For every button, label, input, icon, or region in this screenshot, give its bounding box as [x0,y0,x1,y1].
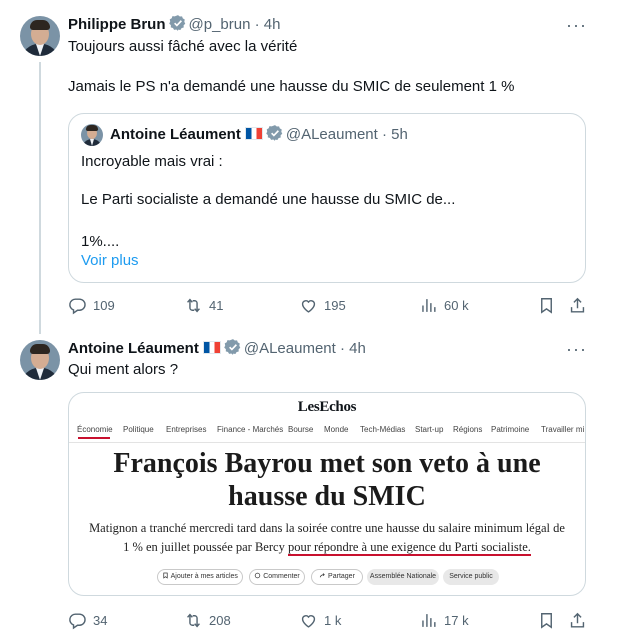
nav-item: Économie [77,425,113,434]
france-flag-icon [244,127,263,140]
like-button[interactable]: 195 [299,295,346,315]
share-icon [570,297,585,313]
nav-item: Start-up [415,425,444,434]
share-icon [570,612,585,628]
verified-badge-icon [224,338,242,362]
verified-badge-icon [266,124,284,148]
like-button[interactable]: 1 k [299,610,341,630]
verified-badge-icon [168,14,187,38]
comment-icon [255,572,261,579]
repost-icon [187,612,200,628]
bookmark-button[interactable] [537,295,556,315]
nav-item: Monde [324,425,349,434]
more-options-icon[interactable]: ··· [566,16,586,38]
share-arrow-icon [319,573,325,578]
article-image[interactable]: LesEchos Économie Politique Entreprises … [68,392,586,596]
repost-button[interactable]: 41 [184,295,223,315]
quoted-author-handle: @ALeaument [285,126,378,143]
nav-item: Patrimoine [491,425,530,434]
nav-item: Travailler mi [541,425,585,434]
les-echos-logo: LesEchos [297,399,357,415]
tweet-actions: 109 41 195 60 k [68,295,588,315]
chip-share: Partager [311,569,363,585]
headline-line-2: hausse du SMIC [228,481,426,512]
quoted-header: Antoine Léaument @ALeaument · 5h [110,124,408,148]
lead-line-2: 1 % en juillet poussée par Bercy pour ré… [123,540,531,556]
nav-active-underline [78,437,110,439]
article-chips: Ajouter à mes articles Commenter Partage… [69,569,585,585]
chip-tag: Service public [443,569,499,585]
share-button[interactable] [568,295,587,315]
author-handle[interactable]: @p_brun [189,16,251,33]
views-bar-chart-icon [422,298,436,312]
tweet-time[interactable]: 4h [349,340,366,357]
heart-icon [301,299,316,313]
tweet-header: Philippe Brun @p_brun · 4h [68,14,280,38]
avatar[interactable] [20,340,60,380]
bookmark-icon [541,297,552,314]
nav-divider [69,442,585,443]
reply-icon [69,297,86,314]
like-count: 195 [324,297,346,313]
tweet-time[interactable]: 4h [264,16,281,33]
nav-item: Tech-Médias [360,425,406,434]
bookmark-icon [163,572,168,579]
repost-count: 208 [209,612,231,628]
chip-comment: Commenter [249,569,305,585]
nav-item: Politique [123,425,154,434]
nav-item: Entreprises [166,425,207,434]
quoted-tweet[interactable]: Antoine Léaument @ALeaument · 5h Incroyab… [68,113,586,283]
like-count: 1 k [324,612,342,628]
quoted-time: 5h [391,126,408,143]
article-nav: Économie Politique Entreprises Finance -… [77,425,585,439]
tweet-header: Antoine Léaument @ALeaument · 4h [68,338,366,362]
reply-icon [69,612,86,629]
france-flag-icon [202,341,221,354]
nav-item: Finance - Marchés [217,425,284,434]
nav-item: Régions [453,425,483,434]
tweet-text-line-2: Jamais le PS n'a demandé une hausse du S… [68,78,515,95]
article-headline: François Bayrou met son veto à une hauss… [69,447,585,513]
avatar[interactable] [20,16,60,56]
reply-count: 34 [93,612,108,628]
article-lead: Matignon a tranché mercredi tard dans la… [79,519,575,557]
headline-line-1: François Bayrou met son veto à une [113,448,541,479]
bookmark-icon [541,612,552,629]
reply-button[interactable]: 109 [68,295,115,315]
bookmark-button[interactable] [537,610,556,630]
repost-icon [187,297,200,313]
tweet-philippe-brun[interactable]: Philippe Brun @p_brun · 4h ··· Toujours a… [0,0,630,330]
repost-button[interactable]: 208 [184,610,231,630]
quoted-text-line-2: Le Parti socialiste a demandé une hausse… [81,191,456,208]
reply-count: 109 [93,297,115,313]
show-more-link[interactable]: Voir plus [81,251,139,271]
author-handle[interactable]: @ALeaument [244,340,336,357]
quoted-text-line-3: 1%.... [81,233,120,250]
lead-line-1: Matignon a tranché mercredi tard dans la… [89,521,565,535]
views-button[interactable]: 60 k [419,295,469,315]
quoted-author-name: Antoine Léaument [110,126,241,143]
heart-icon [301,614,316,628]
nav-item: Bourse [288,425,314,434]
quoted-avatar [81,124,103,146]
author-name[interactable]: Antoine Léaument [68,340,199,357]
views-count: 60 k [444,297,469,313]
chip-add-articles: Ajouter à mes articles [157,569,243,585]
chip-tag: Assemblée Nationale [367,569,439,585]
more-options-icon[interactable]: ··· [566,340,586,362]
share-button[interactable] [568,610,587,630]
quoted-text-line-1: Incroyable mais vrai : [81,153,223,170]
views-count: 17 k [444,612,469,628]
views-button[interactable]: 17 k [419,610,469,630]
tweet-text-line-1: Toujours aussi fâché avec la vérité [68,38,298,55]
reply-button[interactable]: 34 [68,610,107,630]
underlined-link: pour répondre à une exigence du Parti so… [287,540,531,556]
repost-count: 41 [209,297,224,313]
tweet-actions: 34 208 1 k 17 k [68,610,588,630]
tweet-text: Qui ment alors ? [68,361,179,378]
author-name[interactable]: Philippe Brun [68,16,166,33]
views-bar-chart-icon [422,613,436,627]
